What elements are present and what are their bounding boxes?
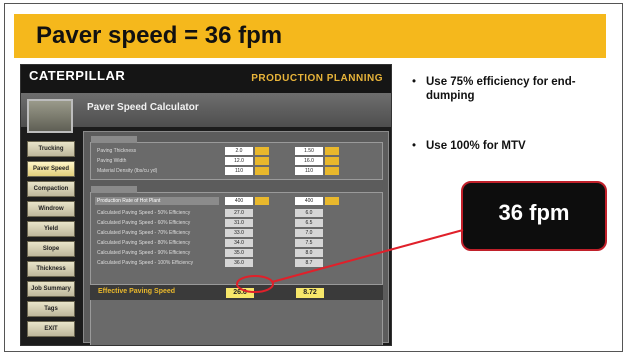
- table-row: Calculated Paving Speed - 100% Efficienc…: [95, 259, 379, 267]
- unit-label: [325, 219, 339, 227]
- production-planning-title: PRODUCTION PLANNING: [251, 73, 383, 84]
- sidebar: Trucking Paver Speed Compaction Windrow …: [25, 135, 77, 345]
- unit-label: [255, 219, 269, 227]
- bullet-item: • Use 75% efficiency for end-dumping: [412, 75, 612, 103]
- unit-label: [325, 229, 339, 237]
- unit-label: [255, 157, 269, 165]
- effective-speed-value-2: 8.72: [296, 288, 324, 298]
- calculator-title: Paver Speed Calculator: [87, 102, 199, 113]
- value-field[interactable]: 16.0: [295, 157, 323, 165]
- bullet-dot-icon: •: [412, 140, 417, 152]
- unit-label: [255, 197, 269, 205]
- sidebar-item-thickness[interactable]: Thickness: [27, 261, 75, 277]
- row-label: Calculated Paving Speed - 70% Efficiency: [97, 230, 191, 236]
- sidebar-item-compaction[interactable]: Compaction: [27, 181, 75, 197]
- value-cell: 7.5: [295, 239, 323, 247]
- effective-speed-value-1: 26.6: [226, 288, 254, 298]
- value-cell: 33.0: [225, 229, 253, 237]
- value-cell: 8.0: [295, 249, 323, 257]
- paver-machine-icon: [27, 99, 73, 133]
- row-label: Calculated Paving Speed - 50% Efficiency: [97, 210, 191, 216]
- sidebar-item-yield[interactable]: Yield: [27, 221, 75, 237]
- value-field[interactable]: 2.0: [225, 147, 253, 155]
- value-cell: 8.7: [295, 259, 323, 267]
- calculator-title-strip: [21, 93, 391, 127]
- value-cell: 34.0: [225, 239, 253, 247]
- value-field[interactable]: 400: [295, 197, 323, 205]
- unit-label: [325, 209, 339, 217]
- input-group-tab: [91, 136, 137, 143]
- unit-label: [325, 259, 339, 267]
- calculator-panel: Paving Thickness 2.0 1.50 Paving Width 1…: [83, 131, 389, 345]
- value-field[interactable]: 12.0: [225, 157, 253, 165]
- unit-label: [325, 167, 339, 175]
- row-label: Calculated Paving Speed - 90% Efficiency: [97, 250, 191, 256]
- unit-label: [325, 197, 339, 205]
- sidebar-item-tags[interactable]: Tags: [27, 301, 75, 317]
- app-screenshot: CATERPILLAR PRODUCTION PLANNING Paver Sp…: [20, 64, 392, 346]
- table-row: Calculated Paving Speed - 80% Efficiency…: [95, 239, 379, 247]
- value-field[interactable]: 1.50: [295, 147, 323, 155]
- table-row: Paving Thickness 2.0 1.50: [95, 147, 379, 155]
- sidebar-item-windrow[interactable]: Windrow: [27, 201, 75, 217]
- sidebar-item-slope[interactable]: Slope: [27, 241, 75, 257]
- row-label: Calculated Paving Speed - 80% Efficiency: [97, 240, 191, 246]
- row-label: Paving Width: [97, 158, 127, 164]
- callout-text: 36 fpm: [498, 200, 570, 225]
- row-label: Material Density (lbs/cu yd): [97, 168, 158, 174]
- unit-label: [255, 239, 269, 247]
- unit-label: [255, 209, 269, 217]
- unit-label: [325, 147, 339, 155]
- sidebar-item-paver-speed[interactable]: Paver Speed: [27, 161, 75, 177]
- callout-box: 36 fpm: [461, 181, 607, 251]
- bullet-dot-icon: •: [412, 76, 417, 88]
- effective-paving-speed-row: Effective Paving Speed 26.6 8.72: [90, 284, 383, 300]
- caterpillar-logo: CATERPILLAR: [29, 68, 126, 83]
- bullet-text: Use 75% efficiency for end-dumping: [426, 76, 576, 102]
- table-row: Production Rate of Hot Plant 400 400: [95, 197, 379, 205]
- unit-label: [255, 229, 269, 237]
- row-label: Paving Thickness: [97, 148, 137, 154]
- effective-paving-speed-label: Effective Paving Speed: [98, 288, 176, 295]
- sidebar-item-trucking[interactable]: Trucking: [27, 141, 75, 157]
- table-row: Calculated Paving Speed - 60% Efficiency…: [95, 219, 379, 227]
- unit-label: [325, 239, 339, 247]
- table-row: Calculated Paving Speed - 70% Efficiency…: [95, 229, 379, 237]
- value-field[interactable]: 110: [295, 167, 323, 175]
- unit-label: [255, 249, 269, 257]
- bullet-text: Use 100% for MTV: [426, 140, 526, 152]
- output-group-tab: [91, 186, 137, 193]
- slide-title: Paver speed = 36 fpm: [36, 22, 283, 49]
- row-label: Calculated Paving Speed - 100% Efficienc…: [97, 260, 194, 266]
- value-cell: 7.0: [295, 229, 323, 237]
- exit-button[interactable]: EXIT: [27, 321, 75, 337]
- value-cell: 6.0: [295, 209, 323, 217]
- row-label: Production Rate of Hot Plant: [95, 197, 219, 205]
- table-row: Paving Width 12.0 16.0: [95, 157, 379, 165]
- table-row: Material Density (lbs/cu yd) 110 110: [95, 167, 379, 175]
- input-group: Paving Thickness 2.0 1.50 Paving Width 1…: [90, 136, 383, 180]
- unit-label: [325, 157, 339, 165]
- value-cell: 35.0: [225, 249, 253, 257]
- row-label: Calculated Paving Speed - 60% Efficiency: [97, 220, 191, 226]
- value-cell: 36.0: [225, 259, 253, 267]
- table-row: Calculated Paving Speed - 90% Efficiency…: [95, 249, 379, 257]
- value-cell: 27.0: [225, 209, 253, 217]
- value-field[interactable]: 400: [225, 197, 253, 205]
- sidebar-item-job-summary[interactable]: Job Summary: [27, 281, 75, 297]
- unit-label: [325, 249, 339, 257]
- value-field[interactable]: 110: [225, 167, 253, 175]
- unit-label: [255, 167, 269, 175]
- unit-label: [255, 259, 269, 267]
- unit-label: [255, 147, 269, 155]
- value-cell: 6.5: [295, 219, 323, 227]
- title-bar: Paver speed = 36 fpm: [14, 14, 606, 58]
- bullet-item: • Use 100% for MTV: [412, 139, 612, 153]
- output-group: Production Rate of Hot Plant 400 400 Cal…: [90, 186, 383, 345]
- table-row: Calculated Paving Speed - 50% Efficiency…: [95, 209, 379, 217]
- app-header-bar: CATERPILLAR PRODUCTION PLANNING: [21, 65, 391, 93]
- value-cell: 31.0: [225, 219, 253, 227]
